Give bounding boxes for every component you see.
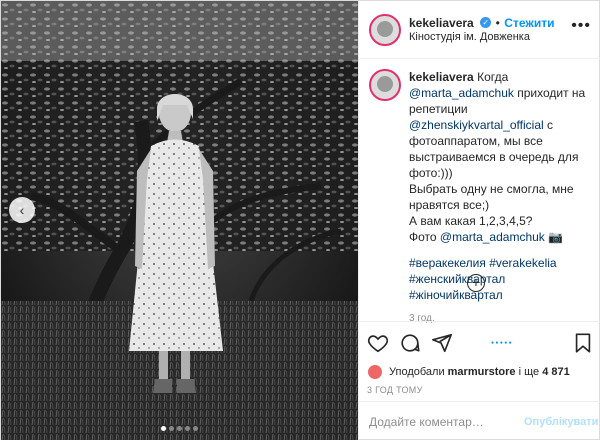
caption-line: Фото @marta_adamchuk 📷 bbox=[409, 229, 594, 245]
post-header: kekeliavera ✓ • Стежити Кіностудія ім. Д… bbox=[359, 1, 600, 59]
caption-row: kekeliavera Когда @marta_adamchuk приход… bbox=[369, 69, 594, 303]
bookmark-icon[interactable] bbox=[572, 332, 594, 354]
chevron-left-icon: ‹ bbox=[19, 202, 25, 218]
follow-button[interactable]: Стежити bbox=[504, 16, 554, 30]
separator-dot: • bbox=[495, 15, 500, 30]
caption-line: фото:))) bbox=[409, 166, 453, 180]
verified-badge-icon: ✓ bbox=[480, 16, 492, 28]
likes-summary: Уподобали marmurstore і ще 4 871 bbox=[367, 364, 594, 380]
likes-prefix: Уподобали bbox=[389, 366, 448, 378]
action-icons: ● ● ● ● ● bbox=[367, 330, 594, 356]
liker-avatar[interactable] bbox=[367, 364, 383, 380]
mention-link[interactable]: @marta_adamchuk bbox=[409, 86, 514, 100]
post-location[interactable]: Кіностудія ім. Довженка bbox=[409, 30, 555, 44]
caption-line: Выбрать одну не смогла, мне bbox=[409, 182, 574, 196]
likes-text: Уподобали marmurstore і ще 4 871 bbox=[389, 366, 570, 378]
post-actions: ● ● ● ● ● Уподобали marmurstore і ще 4 8… bbox=[359, 321, 600, 395]
carousel-dot bbox=[169, 426, 174, 431]
carousel-dot bbox=[177, 426, 182, 431]
author-avatar[interactable] bbox=[369, 13, 401, 46]
comment-icon[interactable] bbox=[399, 332, 421, 354]
caption-line: Когда bbox=[477, 70, 509, 84]
hashtag-link[interactable]: #verakekelia bbox=[489, 256, 556, 270]
more-options-icon[interactable]: ••• bbox=[571, 17, 591, 35]
caption-text: kekeliavera Когда @marta_adamchuk приход… bbox=[409, 69, 594, 303]
caption-line: выстраиваемся в очередь для bbox=[409, 150, 579, 164]
prev-photo-button[interactable]: ‹ bbox=[9, 197, 35, 223]
caption-line: приходит на bbox=[513, 86, 586, 100]
instagram-post: ‹ kekeliavera ✓ • Стежити Кіностудія ім.… bbox=[0, 0, 600, 440]
post-timestamp: 3 ГОД ТОМУ bbox=[367, 385, 423, 395]
caption-author-avatar[interactable] bbox=[369, 69, 401, 101]
hashtag-link[interactable]: #веракекелия bbox=[409, 256, 486, 270]
caption-line-text: Фото bbox=[409, 230, 440, 244]
comment-composer: Опублікувати bbox=[359, 401, 600, 440]
hashtags: #веракекелия #verakekelia #женскийкварта… bbox=[409, 255, 594, 303]
caption-line: репетиции bbox=[409, 102, 468, 116]
carousel-dots bbox=[1, 426, 358, 431]
author-username[interactable]: kekeliavera bbox=[409, 16, 474, 30]
carousel-indicator-dots: ● ● ● ● ● bbox=[491, 340, 512, 346]
share-icon[interactable] bbox=[431, 332, 453, 354]
caption-line: нравятся все;) bbox=[409, 198, 490, 212]
likes-count[interactable]: 4 871 bbox=[542, 366, 570, 378]
heart-icon[interactable] bbox=[367, 332, 389, 354]
comments-section: kekeliavera Когда @marta_adamchuk приход… bbox=[359, 59, 600, 324]
carousel-dot bbox=[185, 426, 190, 431]
hashtag-link[interactable]: #женскийквартал bbox=[409, 272, 505, 286]
caption-author-username[interactable]: kekeliavera bbox=[409, 70, 474, 84]
carousel-dot bbox=[193, 426, 198, 431]
mention-link[interactable]: @marta_adamchuk bbox=[440, 230, 545, 244]
mention-link[interactable]: @zhenskiykvartal_official bbox=[409, 118, 544, 132]
likes-suffix: і ще bbox=[515, 366, 543, 378]
caption-line: с bbox=[543, 118, 554, 132]
caption-line: фотоаппаратом, мы все bbox=[409, 134, 543, 148]
post-photo[interactable]: ‹ bbox=[1, 1, 358, 440]
post-side-panel: kekeliavera ✓ • Стежити Кіностудія ім. Д… bbox=[358, 1, 600, 440]
comment-input[interactable] bbox=[369, 414, 524, 429]
camera-emoji-icon: 📷 bbox=[544, 230, 564, 244]
load-more-comments-icon[interactable]: + bbox=[467, 274, 485, 292]
publish-button[interactable]: Опублікувати bbox=[524, 416, 598, 428]
hashtag-link[interactable]: #жіночийквартал bbox=[409, 288, 503, 302]
liker-username[interactable]: marmurstore bbox=[448, 366, 516, 378]
carousel-dot bbox=[161, 426, 166, 431]
photo-image bbox=[1, 1, 358, 440]
caption-line: А вам какая 1,2,3,4,5? bbox=[409, 214, 533, 228]
